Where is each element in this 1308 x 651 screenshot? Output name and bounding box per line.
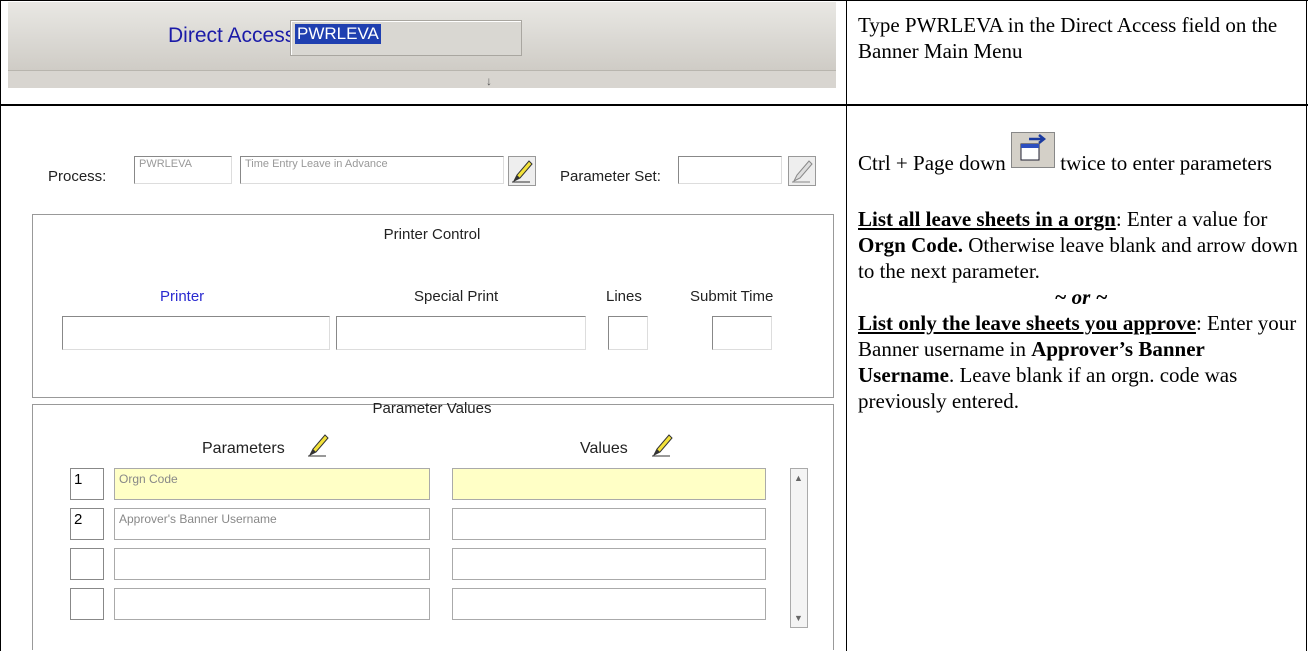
instruction-keystroke: Ctrl + Page down — [858, 151, 1006, 175]
parameter-name-cell — [114, 588, 430, 620]
submit-time-field[interactable] — [712, 316, 772, 350]
process-code-field[interactable]: PWRLEVA — [134, 156, 232, 184]
instruction-parameters: Ctrl + Page down twice to enter paramete… — [858, 132, 1304, 414]
parameter-value-input[interactable] — [452, 508, 766, 540]
process-description-field: Time Entry Leave in Advance — [240, 156, 504, 184]
special-print-label: Special Print — [414, 288, 499, 305]
parameter-value-input[interactable] — [452, 548, 766, 580]
printer-control-title: Printer Control — [383, 226, 481, 243]
parameter-name-cell: Orgn Code — [114, 468, 430, 500]
values-search-icon[interactable] — [648, 430, 676, 460]
parameter-row-number: 1 — [70, 468, 104, 500]
next-block-icon — [1011, 132, 1055, 168]
parameter-row-number: 2 — [70, 508, 104, 540]
parameter-scrollbar[interactable]: ▲ ▼ — [790, 468, 808, 628]
parameter-value-input[interactable] — [452, 588, 766, 620]
parameter-row-number — [70, 548, 104, 580]
printer-field[interactable] — [62, 316, 330, 350]
cursor-mark: ↓ — [486, 74, 492, 88]
table-border — [0, 0, 1308, 1]
lines-label: Lines — [606, 288, 642, 305]
special-print-field[interactable] — [336, 316, 586, 350]
direct-access-value: PWRLEVA — [295, 24, 381, 44]
table-border — [846, 0, 847, 651]
parameter-value-input[interactable] — [452, 468, 766, 500]
instruction-bold: Orgn Code. — [858, 233, 963, 257]
table-border — [0, 104, 1308, 106]
values-label: Values — [580, 440, 628, 457]
parameter-set-search-icon[interactable] — [788, 156, 816, 186]
parameter-name-cell — [114, 548, 430, 580]
instruction-table: Direct Access: PWRLEVA ↓ Type PWRLEVA in… — [0, 0, 1308, 651]
parameter-set-field[interactable] — [678, 156, 782, 184]
direct-access-label: Direct Access: — [168, 24, 302, 47]
instruction-keystroke-suffix: twice to enter parameters — [1060, 151, 1272, 175]
submit-time-label: Submit Time — [690, 288, 774, 305]
lines-field[interactable] — [608, 316, 648, 350]
heading-all-leave-sheets: List all leave sheets in a orgn — [858, 207, 1116, 231]
parameter-name-cell: Approver's Banner Username — [114, 508, 430, 540]
direct-access-screenshot: Direct Access: PWRLEVA ↓ — [8, 2, 836, 88]
parameter-form-screenshot: Process: PWRLEVA Time Entry Leave in Adv… — [8, 128, 836, 650]
parameters-label: Parameters — [202, 440, 285, 457]
or-separator: ~ or ~ — [1054, 285, 1108, 309]
heading-approved-leave-sheets: List only the leave sheets you approve — [858, 311, 1196, 335]
table-border — [0, 0, 1, 651]
parameters-search-icon[interactable] — [304, 430, 332, 460]
parameter-row-number — [70, 588, 104, 620]
scroll-up-icon[interactable]: ▲ — [794, 473, 803, 483]
scroll-down-icon[interactable]: ▼ — [794, 613, 803, 623]
table-border — [1306, 0, 1307, 651]
parameter-set-label: Parameter Set: — [560, 168, 661, 185]
instruction-direct-access: Type PWRLEVA in the Direct Access field … — [858, 13, 1278, 63]
instruction-text: : Enter a value for — [1115, 207, 1268, 231]
process-label: Process: — [48, 168, 107, 185]
printer-label: Printer — [160, 288, 205, 305]
direct-access-input[interactable]: PWRLEVA — [290, 20, 522, 56]
search-pencil-icon[interactable] — [508, 156, 536, 186]
parameter-values-title: Parameter Values — [372, 400, 492, 417]
